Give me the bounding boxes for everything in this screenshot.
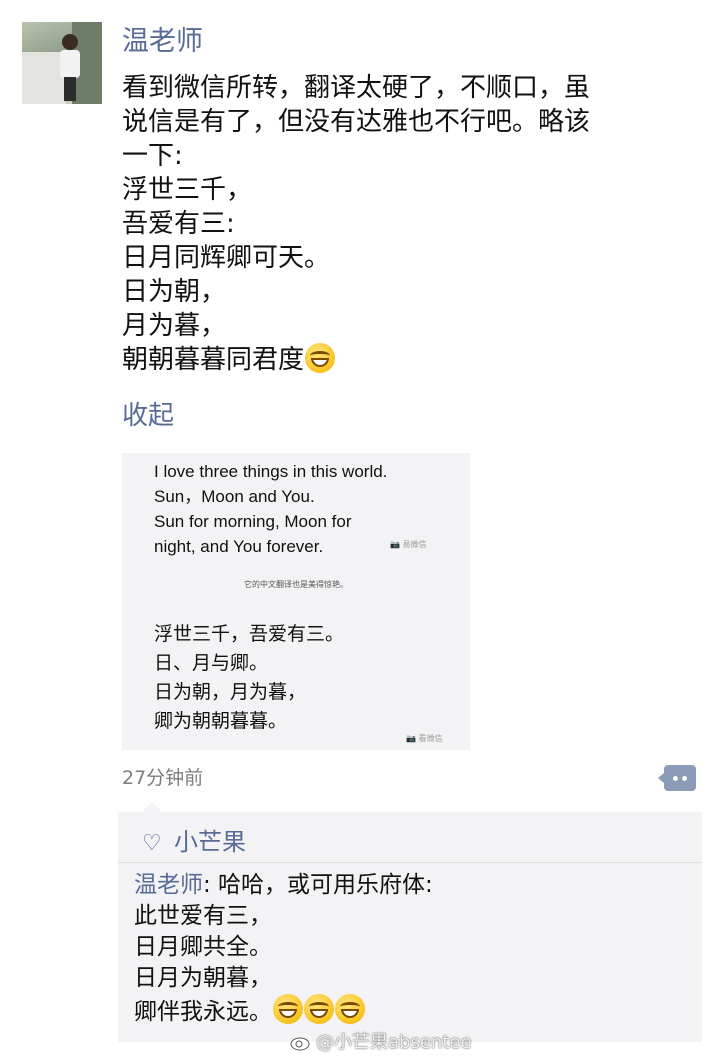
image-chinese-line: 日为朝，月为暮， (154, 681, 307, 703)
dot-icon (682, 776, 687, 781)
avatar[interactable] (22, 22, 102, 104)
grinning-emoji-icon (304, 994, 334, 1024)
divider (118, 862, 702, 863)
author-name[interactable]: 温老师 (122, 22, 203, 62)
heart-icon: ♡ (142, 831, 162, 856)
comment-author[interactable]: 温老师 (134, 872, 203, 898)
comment-menu-button[interactable] (658, 765, 696, 791)
comment-line: 此世爱有三， (134, 903, 272, 929)
image-chinese-line: 日、月与卿。 (154, 652, 269, 674)
image-english-line: Sun，Moon and You. (154, 487, 315, 506)
image-chinese-line: 卿为朝朝暮暮。 (154, 710, 288, 732)
image-english-line: I love three things in this world. (154, 462, 388, 481)
liker-name[interactable]: 小芒果 (174, 828, 246, 856)
post-line-last: 朝朝暮暮同君度 (122, 343, 682, 377)
comment[interactable]: 温老师: 哈哈，或可用乐府体: 此世爱有三， 日月卿共全。 日月为朝暮， 卿伴我… (134, 870, 694, 1028)
grinning-emoji-icon (335, 994, 365, 1024)
post-text: 看到微信所转，翻译太硬了，不顺口，虽 说信是有了，但没有达雅也不行吧。略该 一下… (122, 71, 682, 377)
comment-line: 日月卿共全。 (134, 934, 272, 960)
comment-text: : 哈哈，或可用乐府体: (203, 872, 433, 898)
post-line: 月为暮， (122, 311, 227, 341)
post-line: 日月同辉卿可天。 (122, 243, 331, 273)
likes-row: ♡ 小芒果 (142, 822, 246, 862)
post-line: 吾爱有三: (122, 209, 235, 239)
post-line: 一下: (122, 141, 183, 171)
post-image[interactable]: I love three things in this world. Sun，M… (122, 453, 470, 750)
grinning-emoji-icon (305, 343, 336, 373)
comment-line: 日月为朝暮， (134, 965, 272, 991)
weibo-watermark-text: @小芒果absentee (316, 1032, 472, 1053)
image-chinese-line: 浮世三千，吾爱有三。 (154, 623, 345, 645)
image-watermark: 📷 看微信 (406, 734, 443, 743)
image-watermark: 📷 易微信 (390, 540, 427, 549)
image-english-line: Sun for morning, Moon for (154, 512, 352, 531)
post-line: 说信是有了，但没有达雅也不行吧。略该 (122, 107, 591, 137)
weibo-logo-icon (290, 1034, 311, 1051)
post-line: 日为朝， (122, 277, 227, 307)
grinning-emoji-icon (273, 994, 303, 1024)
weibo-watermark: @小芒果absentee (290, 1030, 472, 1056)
image-small-caption: 它的中文翻译也是美得惊艳。 (244, 580, 348, 589)
comment-line-last: 卿伴我永远。 (134, 994, 694, 1028)
collapse-link[interactable]: 收起 (122, 397, 174, 435)
image-chinese-text: 浮世三千，吾爱有三。 日、月与卿。 日为朝，月为暮， 卿为朝朝暮暮。 (154, 620, 344, 736)
post-line: 浮世三千， (122, 175, 253, 205)
post-time: 27分钟前 (122, 767, 204, 789)
dot-icon (673, 776, 678, 781)
interaction-panel: ♡ 小芒果 温老师: 哈哈，或可用乐府体: 此世爱有三， 日月卿共全。 日月为朝暮… (118, 802, 702, 1042)
post-line: 看到微信所转，翻译太硬了，不顺口，虽 (122, 73, 591, 103)
